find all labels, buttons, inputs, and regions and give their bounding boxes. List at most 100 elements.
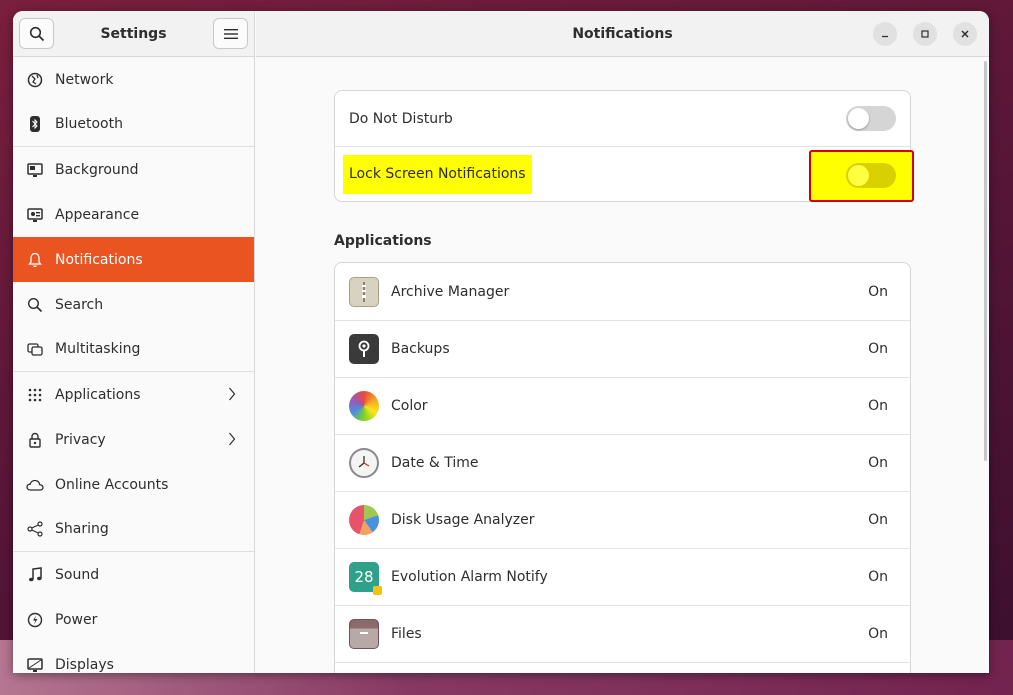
alarm-badge-icon (373, 586, 382, 595)
multitasking-icon (26, 340, 44, 358)
color-icon (349, 391, 379, 421)
app-name: Date & Time (391, 455, 479, 471)
dnd-row[interactable]: Do Not Disturb (335, 91, 910, 146)
files-icon (349, 619, 379, 649)
sidebar-item-label: Sharing (55, 521, 109, 537)
sidebar-item-label: Appearance (55, 206, 140, 223)
sidebar-item-power[interactable]: Power (13, 597, 254, 642)
app-name: Backups (391, 341, 450, 357)
appearance-icon (26, 206, 44, 224)
calendar-icon: 28 (349, 562, 382, 595)
sidebar-item-label: Displays (55, 656, 114, 673)
window-controls (873, 22, 977, 46)
sidebar-item-label: Network (55, 71, 114, 88)
sidebar-item-label: Sound (55, 566, 100, 583)
sidebar-item-label: Privacy (55, 431, 106, 448)
maximize-icon (921, 30, 929, 38)
app-state: On (868, 455, 888, 471)
chevron-right-icon (229, 387, 236, 401)
app-state: On (868, 398, 888, 414)
sidebar-item-label: Online Accounts (55, 476, 169, 493)
list-item-archive-manager[interactable]: Archive Manager On (335, 263, 910, 320)
app-name: Files (391, 626, 422, 642)
close-button[interactable] (953, 22, 977, 46)
sidebar-item-label: Applications (55, 386, 141, 403)
sidebar-item-label: Bluetooth (55, 116, 123, 132)
applications-list: Archive Manager On Backups On Color On D… (334, 262, 911, 673)
backups-icon (349, 334, 379, 364)
background-icon (26, 161, 44, 179)
app-name: Disk Usage Analyzer (391, 512, 535, 528)
sidebar-item-label: Search (55, 296, 104, 313)
toggle-knob (848, 165, 869, 186)
dnd-toggle[interactable] (846, 106, 896, 131)
network-icon (26, 71, 44, 89)
list-item-date-time[interactable]: Date & Time On (335, 434, 910, 491)
share-icon (26, 520, 44, 538)
sidebar-item-label: Notifications (55, 251, 143, 268)
sidebar-item-label: Power (55, 611, 98, 628)
sidebar-item-appearance[interactable]: Appearance (13, 192, 254, 237)
main-content: Notifications Do Not Disturb Lock Screen… (256, 11, 989, 673)
close-icon (961, 30, 969, 38)
sidebar-item-search[interactable]: Search (13, 282, 254, 327)
toggle-knob (848, 108, 869, 129)
maximize-button[interactable] (913, 22, 937, 46)
app-name: Evolution Alarm Notify (391, 569, 548, 585)
archive-manager-icon (349, 276, 379, 307)
highlight-box (809, 150, 914, 202)
clock-icon (349, 448, 379, 478)
menu-button[interactable] (213, 18, 248, 49)
bluetooth-icon (26, 115, 44, 133)
music-note-icon (26, 566, 44, 584)
list-item-files[interactable]: Files On (335, 605, 910, 662)
lock-icon (26, 431, 44, 449)
minimize-button[interactable] (873, 22, 897, 46)
sidebar-item-privacy[interactable]: Privacy (13, 417, 254, 462)
disk-usage-analyzer-icon (349, 505, 379, 535)
chevron-right-icon (229, 432, 236, 446)
sidebar-item-network[interactable]: Network (13, 57, 254, 102)
sidebar-item-bluetooth[interactable]: Bluetooth (13, 102, 254, 147)
dnd-label: Do Not Disturb (349, 110, 453, 127)
app-state: On (868, 569, 888, 585)
list-item-partial (335, 662, 910, 673)
notification-settings-panel: Do Not Disturb Lock Screen Notifications (334, 90, 914, 202)
sidebar-item-sharing[interactable]: Sharing (13, 507, 254, 552)
app-state: On (868, 283, 888, 300)
search-button[interactable] (19, 18, 54, 49)
app-name: Color (391, 398, 428, 414)
sidebar-item-notifications[interactable]: Notifications (13, 237, 254, 282)
list-item-disk-usage-analyzer[interactable]: Disk Usage Analyzer On (335, 491, 910, 548)
sidebar-title: Settings (100, 25, 167, 42)
list-item-color[interactable]: Color On (335, 377, 910, 434)
sidebar-item-label: Background (55, 161, 139, 178)
sidebar-item-multitasking[interactable]: Multitasking (13, 327, 254, 372)
calendar-day: 28 (354, 568, 374, 586)
minimize-icon (882, 35, 888, 38)
bell-icon (26, 251, 44, 269)
sidebar-item-applications[interactable]: Applications (13, 372, 254, 417)
sidebar-item-online-accounts[interactable]: Online Accounts (13, 462, 254, 507)
cloud-icon (26, 476, 44, 494)
list-item-backups[interactable]: Backups On (335, 320, 910, 377)
app-name: Archive Manager (391, 283, 510, 300)
power-icon (26, 611, 44, 629)
sidebar-item-displays[interactable]: Displays (13, 642, 254, 673)
display-icon (26, 656, 44, 674)
grid-icon (26, 386, 44, 404)
sidebar-item-background[interactable]: Background (13, 147, 254, 192)
app-state: On (868, 626, 888, 642)
scrollbar[interactable] (984, 61, 987, 461)
lock-screen-label: Lock Screen Notifications (343, 154, 532, 194)
sidebar-item-sound[interactable]: Sound (13, 552, 254, 597)
sidebar-header: Settings (13, 11, 254, 57)
header-bar: Notifications (256, 11, 989, 57)
settings-window: Settings Network Bluetooth Background Ap… (13, 11, 989, 673)
lock-screen-row[interactable]: Lock Screen Notifications (335, 146, 914, 202)
lock-screen-toggle[interactable] (846, 163, 896, 188)
search-icon (26, 296, 44, 314)
hamburger-icon (223, 28, 238, 39)
list-item-evolution-alarm-notify[interactable]: 28 Evolution Alarm Notify On (335, 548, 910, 605)
applications-section-title: Applications (334, 233, 432, 249)
